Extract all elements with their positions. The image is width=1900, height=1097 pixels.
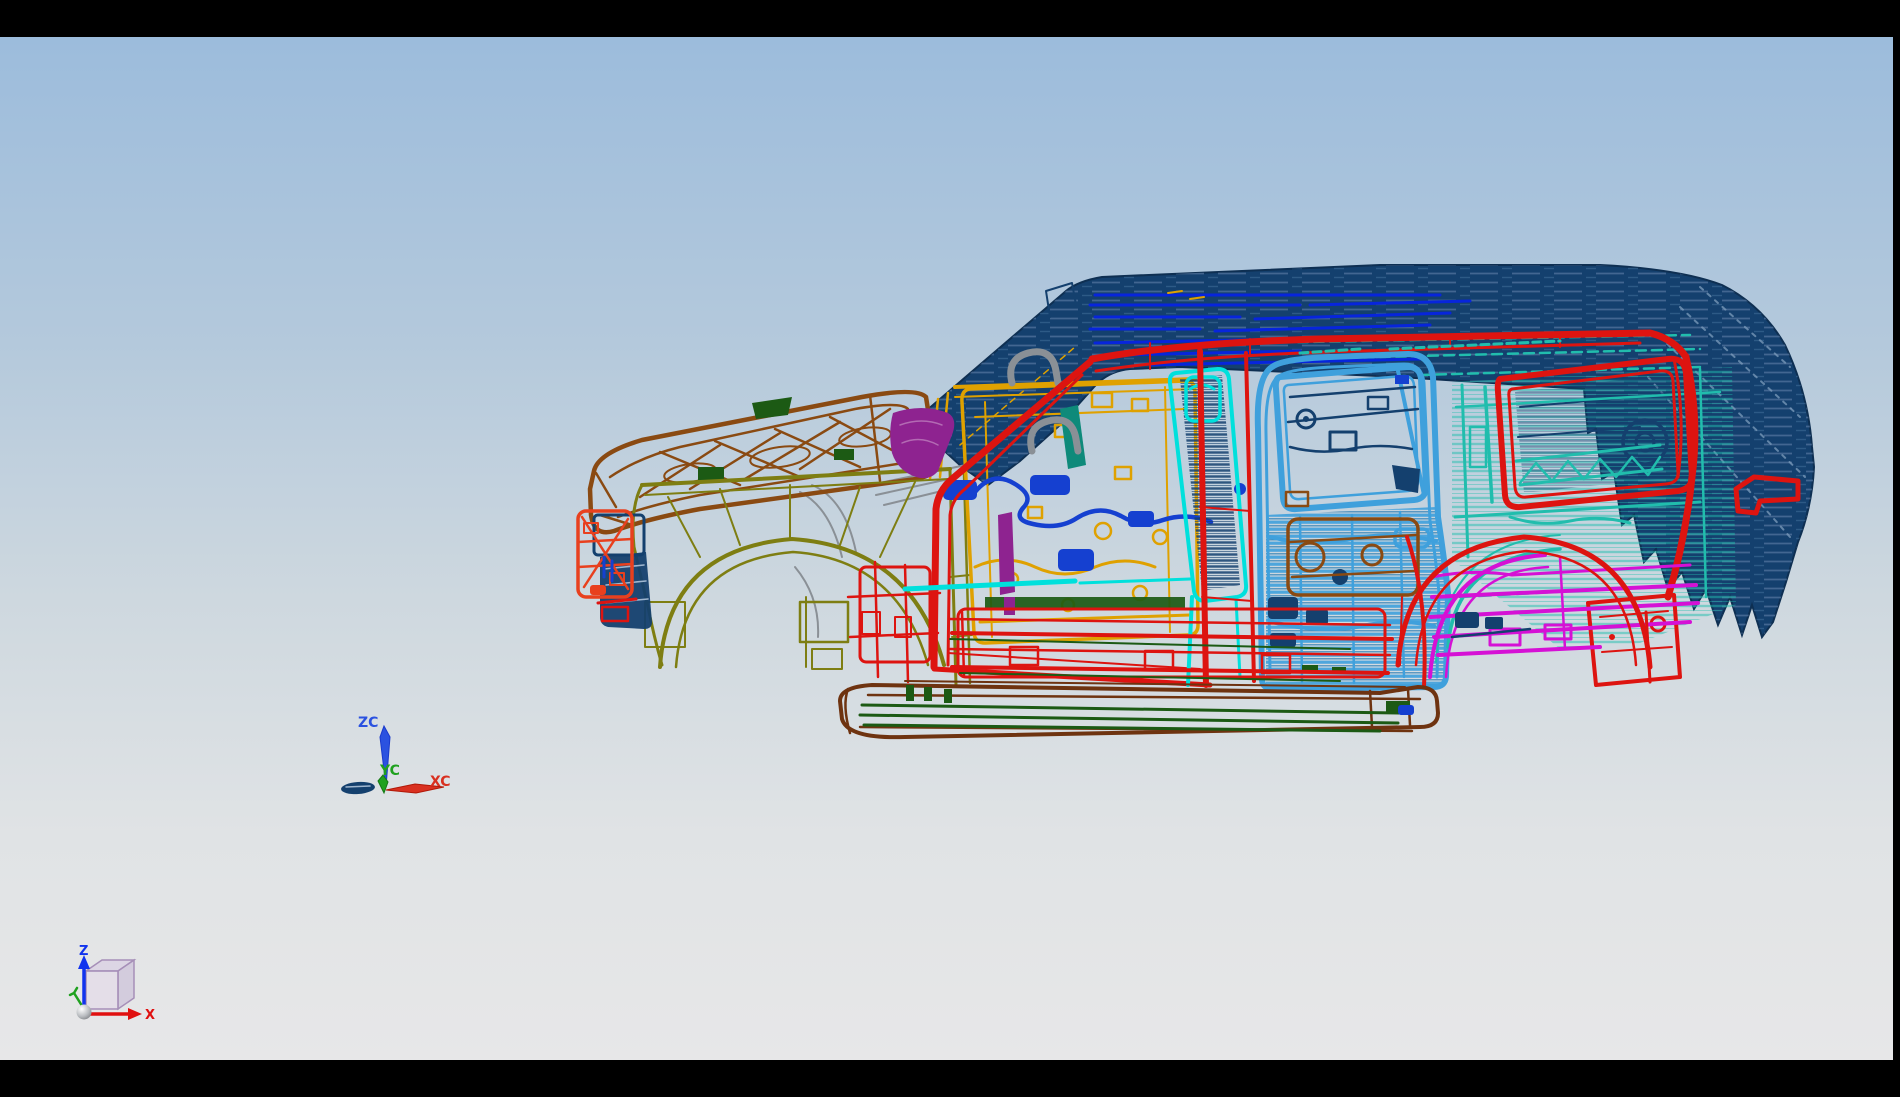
- orientation-cube[interactable]: [86, 960, 134, 1009]
- zc-axis-label: ZC: [358, 715, 378, 731]
- wcs-triad[interactable]: ZC YC XC: [341, 715, 451, 795]
- x-axis-arrow: [90, 1008, 142, 1020]
- xc-axis-label: XC: [430, 774, 451, 790]
- x-axis-label: X: [145, 1008, 155, 1023]
- hood-panel-wireframe[interactable]: [590, 392, 936, 532]
- yc-axis-label: YC: [379, 763, 400, 779]
- cad-graphics-viewport[interactable]: ZC YC XC Z X: [0, 37, 1893, 1060]
- model-scene[interactable]: ZC YC XC Z X: [0, 37, 1900, 1097]
- origin-sphere: [77, 1005, 92, 1020]
- wcs-disc-highlight: [346, 786, 370, 787]
- top-black-bar: [0, 0, 1900, 37]
- z-axis-label: Z: [79, 944, 88, 959]
- wcs-origin-disc: [341, 781, 376, 795]
- view-orientation-triad[interactable]: Z X: [70, 944, 155, 1023]
- right-black-bar: [1893, 0, 1900, 1060]
- rocker-blue-blob: [1398, 705, 1414, 715]
- rear-door-blue-clip: [1395, 375, 1409, 384]
